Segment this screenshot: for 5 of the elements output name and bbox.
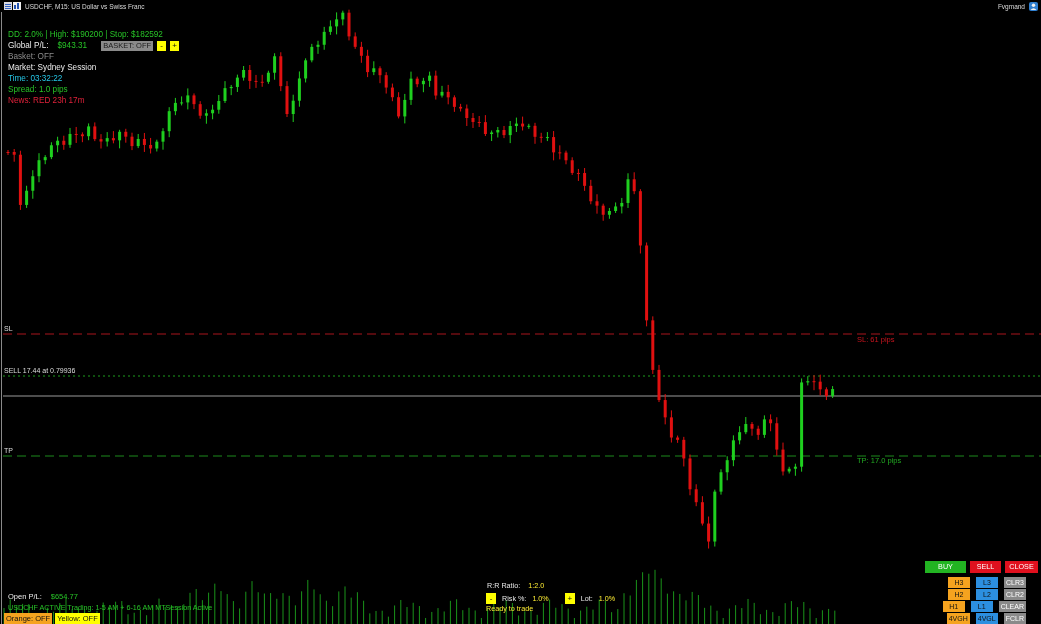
increase-button[interactable]: +: [564, 593, 575, 604]
table-icon: [4, 2, 12, 10]
chart-icon: [13, 2, 21, 10]
decrease-button[interactable]: -: [486, 593, 496, 604]
person-icon: [1029, 2, 1038, 11]
